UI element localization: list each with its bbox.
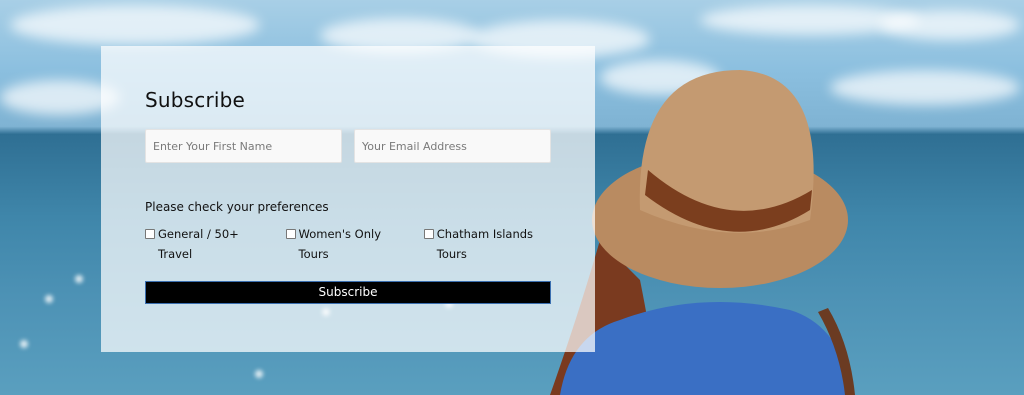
subscribe-button[interactable]: Subscribe	[145, 281, 551, 304]
sparkle	[20, 340, 28, 348]
checkbox-general-50-travel[interactable]: General / 50+ Travel	[145, 224, 274, 264]
checkbox-label: Chatham Islands Tours	[436, 227, 534, 261]
checkbox-womens-only-tours[interactable]: Women's Only Tours	[285, 224, 412, 264]
form-title: Subscribe	[145, 88, 246, 112]
checkbox-chatham-islands-tours[interactable]: Chatham Islands Tours	[423, 224, 539, 264]
preferences-checkboxes: General / 50+ Travel Women's Only Tours …	[145, 224, 551, 264]
checkbox-label: Women's Only Tours	[298, 227, 381, 261]
first-name-input[interactable]	[145, 129, 342, 163]
subscribe-form-panel: Subscribe Please check your preferences …	[101, 46, 595, 352]
sparkle	[45, 295, 53, 303]
preferences-label: Please check your preferences	[145, 200, 329, 214]
checkbox-box[interactable]	[285, 229, 296, 239]
cloud	[10, 5, 260, 45]
input-row	[145, 129, 551, 163]
email-input[interactable]	[354, 129, 551, 163]
checkbox-box[interactable]	[145, 229, 155, 239]
checkbox-label: General / 50+ Travel	[158, 227, 239, 261]
cloud	[880, 10, 1020, 40]
hero-background: Subscribe Please check your preferences …	[0, 0, 1024, 395]
sparkle	[255, 370, 263, 378]
checkbox-box[interactable]	[423, 229, 434, 239]
sparkle	[75, 275, 83, 283]
